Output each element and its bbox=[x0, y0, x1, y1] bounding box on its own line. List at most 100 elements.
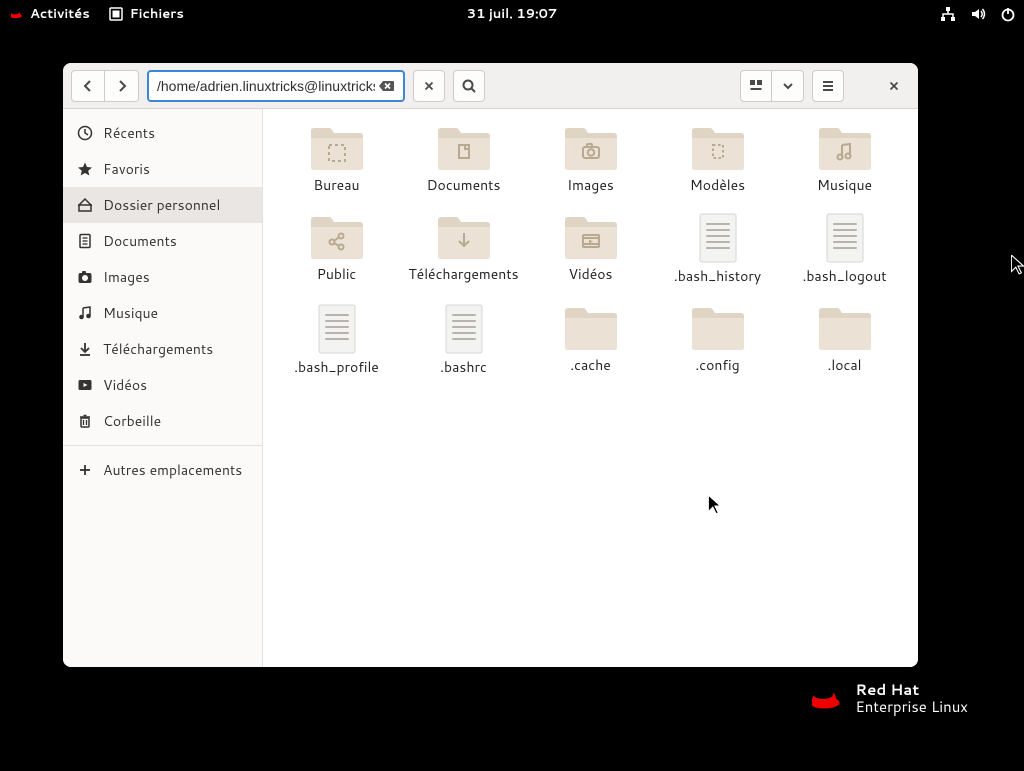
icon-view-icon bbox=[748, 78, 764, 94]
power-icon[interactable] bbox=[1000, 6, 1016, 22]
folder-icon bbox=[815, 123, 875, 173]
activities-button[interactable]: Activités bbox=[8, 5, 90, 23]
chevron-right-icon bbox=[114, 78, 130, 94]
folder-modles[interactable]: Modèles bbox=[656, 123, 779, 194]
folder-images[interactable]: Images bbox=[529, 123, 652, 194]
folder-icon bbox=[307, 212, 367, 262]
sidebar-item-music[interactable]: Musique bbox=[63, 295, 262, 331]
sidebar-item-label: Favoris bbox=[103, 159, 150, 179]
files-app-icon bbox=[108, 6, 124, 22]
network-icon[interactable] bbox=[940, 6, 956, 22]
window-close-button[interactable] bbox=[878, 70, 910, 102]
file-label: Modèles bbox=[690, 177, 745, 194]
star-icon bbox=[77, 161, 93, 177]
activities-label: Activités bbox=[30, 5, 90, 23]
sidebar-item-camera[interactable]: Images bbox=[63, 259, 262, 295]
hamburger-button[interactable] bbox=[812, 70, 844, 102]
forward-button[interactable] bbox=[105, 70, 139, 102]
file-bash_profile[interactable]: .bash_profile bbox=[275, 303, 398, 376]
sidebar-item-label: Vidéos bbox=[103, 375, 147, 395]
file-label: Téléchargements bbox=[408, 266, 518, 283]
sidebar-item-label: Images bbox=[103, 267, 150, 287]
folder-icon bbox=[561, 123, 621, 173]
file-label: Public bbox=[317, 266, 357, 283]
folder-tlchargements[interactable]: Téléchargements bbox=[402, 212, 525, 285]
app-menu-button[interactable]: Fichiers bbox=[108, 5, 184, 23]
sidebar-item-label: Récents bbox=[103, 123, 155, 143]
folder-config[interactable]: .config bbox=[656, 303, 779, 376]
mouse-cursor-icon bbox=[1011, 255, 1024, 275]
close-icon bbox=[887, 79, 901, 93]
file-bash_logout[interactable]: .bash_logout bbox=[783, 212, 906, 285]
folder-bureau[interactable]: Bureau bbox=[275, 123, 398, 194]
volume-icon[interactable] bbox=[970, 6, 986, 22]
back-button[interactable] bbox=[71, 70, 105, 102]
music-icon bbox=[77, 305, 93, 321]
sidebar-item-clock[interactable]: Récents bbox=[63, 115, 262, 151]
file-grid: BureauDocuments Images Modèles Musique Publi… bbox=[275, 123, 906, 375]
sidebar-item-other-locations[interactable]: Autres emplacements bbox=[63, 452, 262, 488]
view-mode-button[interactable] bbox=[740, 70, 772, 102]
sidebar-item-label: Documents bbox=[103, 231, 177, 251]
close-icon bbox=[422, 79, 436, 93]
text-file-icon bbox=[315, 303, 359, 355]
folder-documents[interactable]: Documents bbox=[402, 123, 525, 194]
file-label: .bashrc bbox=[440, 359, 487, 376]
sidebar-item-download[interactable]: Téléchargements bbox=[63, 331, 262, 367]
camera-icon bbox=[77, 269, 93, 285]
text-file-icon bbox=[442, 303, 486, 355]
brand-line2: Enterprise Linux bbox=[855, 698, 968, 715]
file-label: Images bbox=[567, 177, 614, 194]
plus-icon bbox=[77, 462, 93, 478]
sidebar-item-label: Musique bbox=[103, 303, 158, 323]
content-area[interactable]: BureauDocuments Images Modèles Musique Publi… bbox=[263, 109, 918, 667]
folder-public[interactable]: Public bbox=[275, 212, 398, 285]
nautilus-window: Récents Favoris Dossier personnel Documents… bbox=[63, 63, 918, 667]
folder-icon bbox=[688, 123, 748, 173]
sidebar-item-video[interactable]: Vidéos bbox=[63, 367, 262, 403]
clear-path-button[interactable] bbox=[375, 75, 397, 97]
trash-icon bbox=[77, 413, 93, 429]
clock-button[interactable]: 31 juil. 19:07 bbox=[467, 5, 557, 23]
file-label: .config bbox=[695, 357, 739, 374]
sidebar-item-home[interactable]: Dossier personnel bbox=[63, 187, 262, 223]
path-input[interactable] bbox=[157, 78, 375, 94]
sidebar-item-label: Autres emplacements bbox=[103, 460, 242, 480]
file-bash_history[interactable]: .bash_history bbox=[656, 212, 779, 285]
search-button[interactable] bbox=[453, 70, 485, 102]
sidebar-item-trash[interactable]: Corbeille bbox=[63, 403, 262, 439]
folder-icon bbox=[561, 212, 621, 262]
sidebar: Récents Favoris Dossier personnel Documents… bbox=[63, 109, 263, 667]
view-options-button[interactable] bbox=[772, 70, 804, 102]
path-entry[interactable] bbox=[147, 70, 405, 102]
redhat-logo-icon bbox=[8, 6, 24, 22]
file-label: .cache bbox=[570, 357, 611, 374]
clock-label: 31 juil. 19:07 bbox=[467, 5, 557, 23]
file-label: Vidéos bbox=[568, 266, 612, 283]
file-bashrc[interactable]: .bashrc bbox=[402, 303, 525, 376]
folder-vidos[interactable]: Vidéos bbox=[529, 212, 652, 285]
file-label: Musique bbox=[817, 177, 872, 194]
chevron-down-icon bbox=[780, 78, 796, 94]
home-icon bbox=[77, 197, 93, 213]
hamburger-icon bbox=[820, 78, 836, 94]
folder-icon bbox=[815, 303, 875, 353]
sidebar-item-label: Téléchargements bbox=[103, 339, 213, 359]
folder-musique[interactable]: Musique bbox=[783, 123, 906, 194]
text-file-icon bbox=[696, 212, 740, 264]
folder-cache[interactable]: .cache bbox=[529, 303, 652, 376]
sidebar-item-document[interactable]: Documents bbox=[63, 223, 262, 259]
folder-local[interactable]: .local bbox=[783, 303, 906, 376]
folder-icon bbox=[307, 123, 367, 173]
sidebar-item-label: Corbeille bbox=[103, 411, 161, 431]
sidebar-item-star[interactable]: Favoris bbox=[63, 151, 262, 187]
search-icon bbox=[461, 78, 477, 94]
redhat-logo-icon bbox=[805, 682, 845, 714]
chevron-left-icon bbox=[80, 78, 96, 94]
file-label: .local bbox=[827, 357, 861, 374]
clock-icon bbox=[77, 125, 93, 141]
close-path-button[interactable] bbox=[413, 70, 445, 102]
sidebar-item-label: Dossier personnel bbox=[103, 195, 220, 215]
backspace-icon bbox=[378, 78, 394, 94]
text-file-icon bbox=[823, 212, 867, 264]
